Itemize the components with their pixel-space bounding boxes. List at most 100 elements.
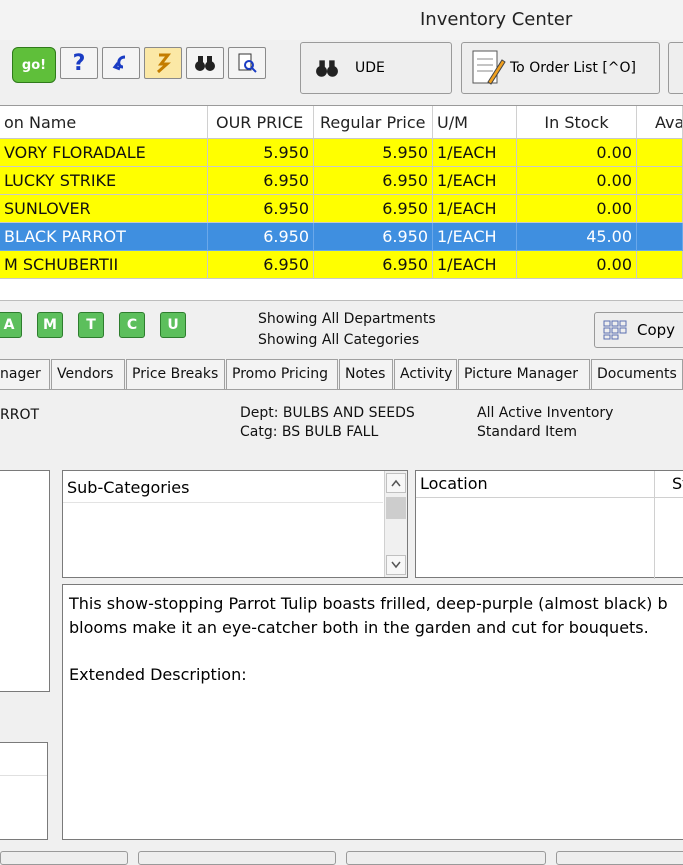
cell-available[interactable]	[637, 195, 683, 223]
column-header-regular-price[interactable]: Regular Price	[314, 106, 433, 139]
location-list[interactable]: Location St	[415, 470, 683, 579]
cell-name[interactable]: VORY FLORADALE	[0, 139, 208, 167]
cell-in-stock[interactable]: 45.00	[517, 223, 637, 251]
inventory-grid: on Name OUR PRICE Regular Price U/M In S…	[0, 105, 683, 302]
department-value: Dept: BULBS AND SEEDS	[240, 405, 415, 421]
cell-available[interactable]	[637, 167, 683, 195]
table-row[interactable]: SUNLOVER 6.950 6.950 1/EACH 0.00	[0, 195, 683, 223]
column-header-in-stock[interactable]: In Stock	[517, 106, 637, 139]
stock-column-header[interactable]: St	[654, 471, 683, 498]
bottom-button-2[interactable]	[138, 851, 336, 865]
title-bar	[0, 0, 683, 40]
column-header-available[interactable]: Ava	[637, 106, 683, 139]
cell-um[interactable]: 1/EACH	[433, 251, 517, 279]
tab-price-breaks[interactable]: Price Breaks	[126, 359, 225, 389]
cell-our-price[interactable]: 6.950	[208, 223, 314, 251]
window-title: Inventory Center	[420, 9, 573, 30]
preview-button[interactable]	[228, 47, 266, 79]
cell-available[interactable]	[637, 139, 683, 167]
filter-letter-button[interactable]: A	[0, 312, 22, 338]
document-search-icon	[238, 53, 257, 73]
to-order-list-label: To Order List [^O]	[510, 60, 637, 76]
table-row[interactable]: BLACK PARROT 6.950 6.950 1/EACH 45.00	[0, 223, 683, 251]
subcategories-list[interactable]: Sub-Categories	[62, 470, 408, 578]
cell-regular-price[interactable]: 5.950	[314, 139, 433, 167]
copy-button[interactable]: Copy	[594, 312, 683, 348]
category-value: Catg: BS BULB FALL	[240, 424, 379, 440]
location-column-header[interactable]: Location	[416, 471, 655, 498]
scroll-up-button[interactable]	[386, 473, 406, 493]
copy-grid-icon	[603, 320, 627, 340]
filter-letter-button[interactable]: U	[160, 312, 186, 338]
toolbar-more-button[interactable]	[668, 42, 683, 94]
cell-our-price[interactable]: 6.950	[208, 251, 314, 279]
cell-regular-price[interactable]: 6.950	[314, 167, 433, 195]
table-row[interactable]: VORY FLORADALE 5.950 5.950 1/EACH 0.00	[0, 139, 683, 167]
description-line-1: This show-stopping Parrot Tulip boasts f…	[69, 594, 668, 613]
cell-regular-price[interactable]: 6.950	[314, 223, 433, 251]
cell-in-stock[interactable]: 0.00	[517, 251, 637, 279]
cell-available[interactable]	[637, 223, 683, 251]
cell-regular-price[interactable]: 6.950	[314, 195, 433, 223]
cell-name[interactable]: BLACK PARROT	[0, 223, 208, 251]
filter-letter-button[interactable]: C	[119, 312, 145, 338]
filter-letter-button[interactable]: M	[37, 312, 63, 338]
cell-um[interactable]: 1/EACH	[433, 223, 517, 251]
cell-in-stock[interactable]: 0.00	[517, 167, 637, 195]
bottom-button-3[interactable]	[346, 851, 546, 865]
categories-filter-text: Showing All Categories	[258, 332, 420, 348]
help-icon: ?	[72, 50, 86, 76]
cell-um[interactable]: 1/EACH	[433, 139, 517, 167]
cell-available[interactable]	[637, 251, 683, 279]
cell-our-price[interactable]: 5.950	[208, 139, 314, 167]
back-button[interactable]	[102, 47, 140, 79]
back-arrow-icon	[112, 55, 126, 71]
extended-description-label: Extended Description:	[69, 665, 247, 684]
bottom-button-4[interactable]	[556, 851, 683, 865]
stock-header-label: St	[672, 474, 683, 493]
bottom-button-1[interactable]	[0, 851, 128, 865]
ude-button[interactable]: UDE	[300, 42, 452, 94]
table-row[interactable]: M SCHUBERTII 6.950 6.950 1/EACH 0.00	[0, 251, 683, 279]
subcategories-scrollbar[interactable]	[384, 471, 407, 577]
table-row[interactable]: LUCKY STRIKE 6.950 6.950 1/EACH 0.00	[0, 167, 683, 195]
tab-promo-pricing[interactable]: Promo Pricing	[226, 359, 338, 389]
tab-vendors[interactable]: Vendors	[51, 359, 125, 389]
scroll-thumb[interactable]	[386, 497, 406, 519]
chevron-up-icon	[391, 479, 401, 487]
go-button[interactable]: go!	[12, 47, 56, 83]
binoculars-icon	[316, 60, 338, 77]
tab-nager[interactable]: nager	[0, 359, 50, 389]
inventory-status: All Active Inventory	[477, 405, 614, 421]
copy-label: Copy	[637, 321, 676, 339]
cell-in-stock[interactable]: 0.00	[517, 195, 637, 223]
tab-notes[interactable]: Notes	[339, 359, 393, 389]
column-header-name[interactable]: on Name	[0, 106, 208, 139]
scroll-down-button[interactable]	[386, 555, 406, 575]
location-header-label: Location	[420, 474, 488, 493]
cell-regular-price[interactable]: 6.950	[314, 251, 433, 279]
tab-picture-manager[interactable]: Picture Manager	[458, 359, 590, 389]
ude-label: UDE	[355, 60, 385, 76]
cell-our-price[interactable]: 6.950	[208, 195, 314, 223]
find-button[interactable]	[186, 47, 224, 79]
undo-button[interactable]	[144, 47, 182, 79]
to-order-list-button[interactable]: To Order List [^O]	[461, 42, 660, 94]
cell-name[interactable]: LUCKY STRIKE	[0, 167, 208, 195]
cell-um[interactable]: 1/EACH	[433, 167, 517, 195]
subcategories-header: Sub-Categories	[67, 478, 190, 497]
cell-our-price[interactable]: 6.950	[208, 167, 314, 195]
left-list-panel[interactable]	[0, 742, 48, 840]
column-header-um[interactable]: U/M	[433, 106, 517, 139]
cell-um[interactable]: 1/EACH	[433, 195, 517, 223]
cell-name[interactable]: SUNLOVER	[0, 195, 208, 223]
description-textarea[interactable]: This show-stopping Parrot Tulip boasts f…	[62, 584, 683, 840]
tab-documents[interactable]: Documents	[591, 359, 683, 389]
column-header-our-price[interactable]: OUR PRICE	[208, 106, 314, 139]
filter-letter-button[interactable]: T	[78, 312, 104, 338]
tab-activity[interactable]: Activity	[394, 359, 457, 389]
cell-name[interactable]: M SCHUBERTII	[0, 251, 208, 279]
help-button[interactable]: ?	[60, 47, 98, 79]
cell-in-stock[interactable]: 0.00	[517, 139, 637, 167]
image-panel	[0, 470, 50, 692]
